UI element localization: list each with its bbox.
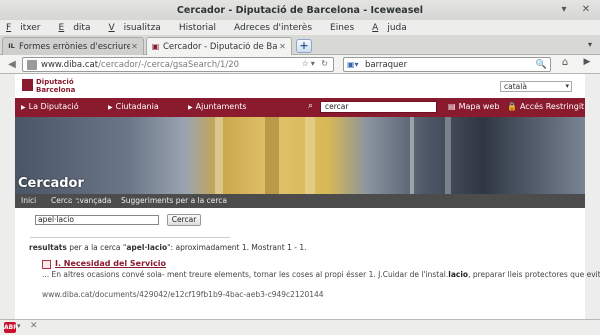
tab-close-icon[interactable]: ✕: [130, 42, 139, 51]
url-tools-icon[interactable]: ☆▾ ↻: [302, 59, 330, 68]
triangle-right-icon: ▶: [21, 104, 26, 111]
mapa-web-link[interactable]: ▤ Mapa web: [448, 102, 499, 111]
nav-ajuntaments[interactable]: ▶ Ajuntaments: [188, 102, 247, 111]
addon-bar: ABP ▾ ✕: [0, 319, 600, 335]
page-title: Cercador: [18, 176, 84, 191]
navigation-toolbar: ◀ www.diba.cat/cercador/-/cerca/gsaSearc…: [0, 55, 600, 74]
panel-notch-icon: [70, 200, 80, 205]
triangle-right-icon: ▶: [108, 104, 113, 111]
web-search-bar[interactable]: ▣▾ barraquer 🔍: [343, 57, 551, 72]
search-icon[interactable]: ⌕: [308, 101, 313, 111]
left-gutter: [0, 74, 15, 319]
content-viewport: Diputació Barcelona català ▾ ▶ La Diputac…: [0, 74, 600, 319]
results-summary: resultats per a la cerca "apel·lacio": a…: [29, 243, 307, 252]
url-bar[interactable]: www.diba.cat/cercador/-/cerca/gsaSearch/…: [22, 57, 334, 72]
menu-visualitza[interactable]: Visualitza: [108, 23, 169, 33]
tab-title: Formes errònies d'escriure l...: [19, 41, 130, 52]
result-snippet: ... En altres ocasions convé sola- ment …: [42, 270, 600, 279]
window-title: Cercador - Diputació de Barcelona - Icew…: [176, 4, 424, 16]
menu-historial[interactable]: Historial: [179, 23, 225, 33]
hero-banner-image: [15, 117, 585, 194]
chevron-down-icon: ▾: [565, 82, 569, 90]
cercar-button[interactable]: Cercar: [167, 214, 201, 226]
new-tab-button[interactable]: +: [296, 39, 312, 53]
nav-ciutadania[interactable]: ▶ Ciutadania: [108, 102, 159, 111]
tab-close-icon[interactable]: ✕: [278, 42, 287, 51]
language-select[interactable]: català ▾: [500, 81, 572, 92]
more-tools-icon[interactable]: ▶: [580, 57, 594, 72]
url-path: /cercador/-/cerca/gsaSearch/1/20: [98, 59, 240, 70]
sitemap-icon: ▤: [448, 102, 456, 111]
close-addon-bar-icon[interactable]: ✕: [30, 321, 38, 331]
home-icon[interactable]: ⌂: [558, 57, 572, 72]
tab-favicon-icon: IL: [8, 42, 15, 50]
menu-fitxer[interactable]: Fitxer: [6, 23, 50, 33]
chevron-down-icon[interactable]: ▾: [17, 322, 21, 330]
diputacio-logo[interactable]: Diputació Barcelona: [22, 79, 75, 94]
minimize-button[interactable]: ▾: [558, 4, 570, 16]
tab-favicon-icon: ▣: [151, 42, 160, 51]
triangle-right-icon: ▶: [188, 104, 193, 111]
site-identity-icon[interactable]: [27, 59, 37, 70]
window-titlebar: Cercador - Diputació de Barcelona - Icew…: [0, 0, 600, 20]
logo-mark-icon: [22, 79, 33, 91]
language-selected: català: [504, 82, 527, 91]
pdf-document-icon: [42, 260, 51, 269]
url-domain: www.diba.cat: [41, 59, 99, 70]
site-header: Diputació Barcelona català ▾: [15, 74, 585, 98]
menu-adreces[interactable]: Adreces d'interès: [234, 23, 321, 33]
nav-la-diputacio[interactable]: ▶ La Diputació: [21, 102, 79, 111]
web-page: Diputació Barcelona català ▾ ▶ La Diputac…: [15, 74, 600, 319]
query-input[interactable]: apel·lacio: [35, 215, 159, 225]
tab-cercador[interactable]: ▣ Cercador - Diputació de Barc... ✕: [146, 37, 292, 55]
result-title-link[interactable]: I. Necesidad del Servicio: [55, 259, 166, 268]
tab-bar: IL Formes errònies d'escriure l... ✕ ▣ C…: [0, 35, 600, 55]
menu-eines[interactable]: Eines: [330, 23, 363, 33]
adblock-icon[interactable]: ABP: [4, 322, 18, 333]
back-button[interactable]: ◀: [4, 57, 20, 72]
tab-title: Cercador - Diputació de Barc...: [163, 41, 278, 52]
logo-text-line2: Barcelona: [36, 86, 76, 94]
close-window-button[interactable]: ✕: [580, 4, 592, 16]
tab-list-chevron-icon[interactable]: ▾: [584, 40, 596, 52]
tab-formes-erronies[interactable]: IL Formes errònies d'escriure l... ✕: [2, 37, 144, 55]
menu-ajuda[interactable]: Ajuda: [372, 23, 416, 33]
acces-restringit-link[interactable]: 🔒 Accés Restringit: [507, 102, 584, 111]
menu-bar: Fitxer Edita Visualitza Historial Adrece…: [0, 20, 600, 35]
search-engine-icon[interactable]: ▣▾: [347, 60, 365, 69]
lock-icon: 🔒: [507, 102, 517, 111]
right-gutter: [585, 74, 600, 319]
logo-text-line1: Diputació: [36, 78, 74, 86]
search-icon[interactable]: 🔍: [536, 60, 547, 70]
web-search-input[interactable]: barraquer: [365, 60, 536, 70]
result-url: www.diba.cat/documents/429042/e12cf19fb1…: [42, 290, 324, 299]
menu-edita[interactable]: Edita: [59, 23, 100, 33]
site-search-input[interactable]: ⌕ cercar: [308, 101, 437, 113]
main-navigation: ▶ La Diputació ▶ Ciutadania ▶ Ajuntaments ⌕…: [15, 98, 585, 117]
